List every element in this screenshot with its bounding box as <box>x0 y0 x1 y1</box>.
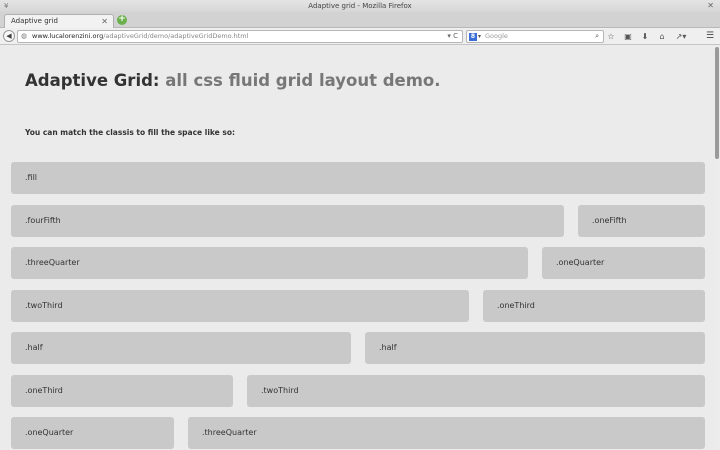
tab-strip: Adaptive grid ✕ + <box>0 12 720 28</box>
grid-row-onethird: .oneThird .twoThird <box>11 375 705 407</box>
grid-cell: .fill <box>11 162 705 194</box>
window-close-icon[interactable]: ✕ <box>707 0 714 12</box>
window-menu-icon[interactable]: ¥ <box>4 0 8 12</box>
vertical-scrollbar[interactable] <box>714 45 720 450</box>
page-title: Adaptive Grid: all css fluid grid layout… <box>25 71 441 90</box>
hamburger-menu-icon[interactable]: ☰ <box>704 30 716 43</box>
grid-row-fill: .fill <box>11 162 705 194</box>
reload-icon[interactable]: ▾ C <box>447 31 458 42</box>
intro-text: You can match the classis to fill the sp… <box>25 128 235 137</box>
search-placeholder: Google <box>485 32 508 40</box>
globe-icon: ◍ <box>21 32 28 40</box>
tab-close-icon[interactable]: ✕ <box>101 15 108 28</box>
grid-cell: .oneQuarter <box>11 417 174 449</box>
tab-adaptive-grid[interactable]: Adaptive grid ✕ <box>4 14 114 28</box>
page-viewport: Adaptive Grid: all css fluid grid layout… <box>0 45 720 450</box>
window-titlebar: ¥ Adaptive grid - Mozilla Firefox ✕ <box>0 0 720 12</box>
grid-cell: .threeQuarter <box>188 417 705 449</box>
grid-row-half: .half .half <box>11 332 705 364</box>
page-title-main: Adaptive Grid: <box>25 71 160 90</box>
grid-cell: .half <box>365 332 705 364</box>
new-tab-icon[interactable]: + <box>117 15 127 25</box>
url-path: /adaptiveGrid/demo/adaptiveGridDemo.html <box>103 32 249 40</box>
grid-cell: .fourFifth <box>11 205 564 237</box>
grid-cell: .oneQuarter <box>542 247 705 279</box>
grid-row-threequarter: .threeQuarter .oneQuarter <box>11 247 705 279</box>
search-bar[interactable]: 8 ▾ Google ⌕ <box>466 30 604 43</box>
window-title: Adaptive grid - Mozilla Firefox <box>308 2 412 10</box>
home-icon[interactable]: ⌂ <box>657 30 667 43</box>
page-title-sub: all css fluid grid layout demo. <box>159 71 441 90</box>
share-icon[interactable]: ↗▾ <box>674 30 688 43</box>
url-domain: www.lucalorenzini.org <box>32 32 104 40</box>
download-icon[interactable]: ⬇ <box>640 30 650 43</box>
url-bar[interactable]: ◍ www.lucalorenzini.org/adaptiveGrid/dem… <box>17 30 463 43</box>
grid-row-onequarter: .oneQuarter .threeQuarter <box>11 417 705 449</box>
grid-row-twothird: .twoThird .oneThird <box>11 290 705 322</box>
navigation-toolbar: ◀ ◍ www.lucalorenzini.org/adaptiveGrid/d… <box>0 28 720 45</box>
back-button[interactable]: ◀ <box>3 30 15 42</box>
grid-cell: .half <box>11 332 351 364</box>
clipboard-icon[interactable]: ▣ <box>623 30 633 43</box>
grid-row-fourfifth: .fourFifth .oneFifth <box>11 205 705 237</box>
scrollbar-thumb[interactable] <box>715 47 719 159</box>
grid-cell: .twoThird <box>11 290 469 322</box>
tab-label: Adaptive grid <box>11 17 58 25</box>
grid-cell: .oneThird <box>11 375 233 407</box>
google-engine-icon[interactable]: 8 <box>469 33 477 41</box>
star-icon[interactable]: ☆ <box>606 30 616 43</box>
chevron-down-icon[interactable]: ▾ <box>478 31 481 42</box>
search-icon[interactable]: ⌕ <box>595 31 599 42</box>
grid-cell: .threeQuarter <box>11 247 528 279</box>
grid-cell: .twoThird <box>247 375 705 407</box>
grid-cell: .oneThird <box>483 290 705 322</box>
toolbar-icons: ☆ ▣ ⬇ ⌂ ↗▾ <box>606 30 688 43</box>
grid-cell: .oneFifth <box>578 205 705 237</box>
